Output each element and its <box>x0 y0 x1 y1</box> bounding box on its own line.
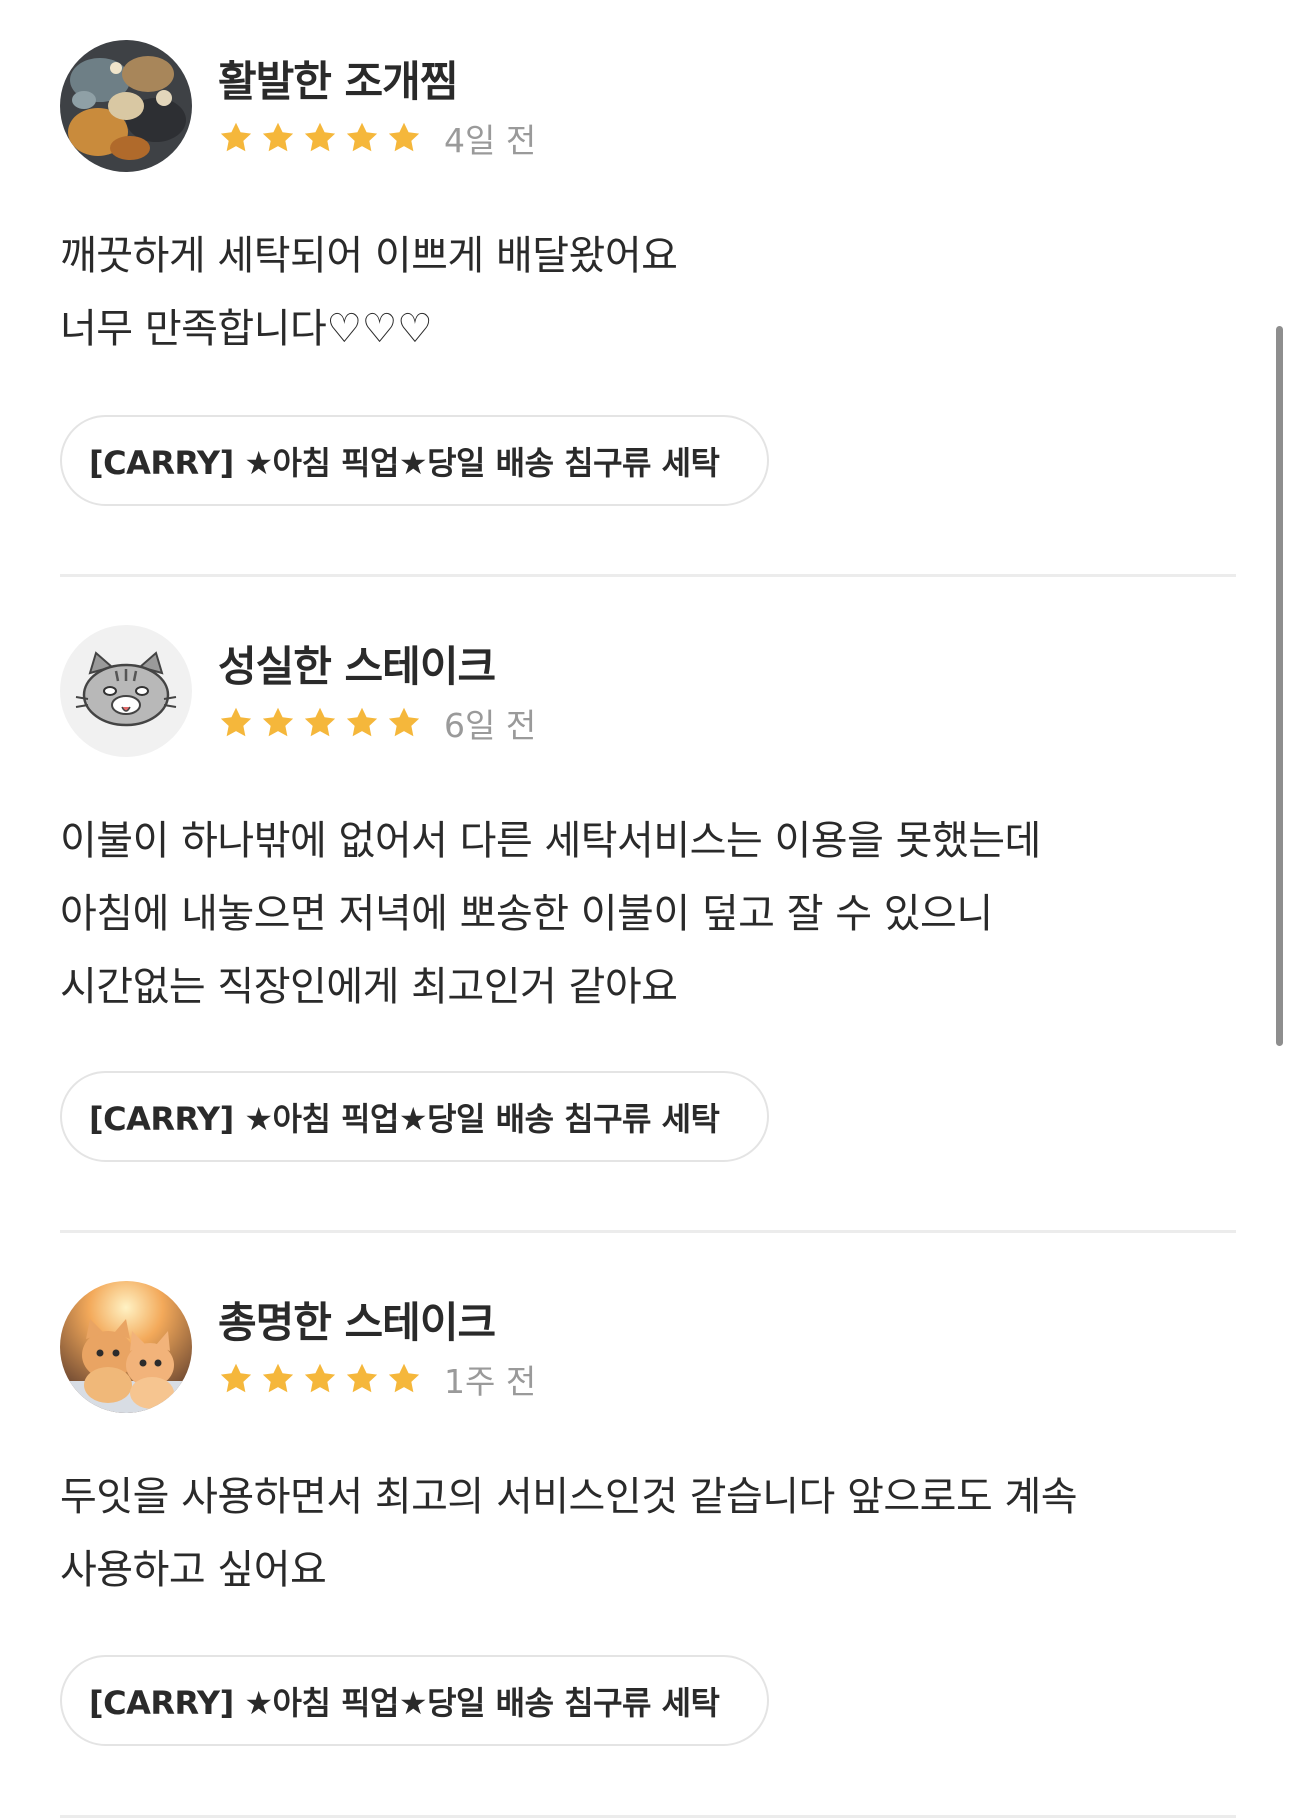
review-text-line: 두잇을 사용하면서 최고의 서비스인것 같습니다 앞으로도 계속 <box>60 1474 1078 1520</box>
star-icon <box>304 1363 336 1393</box>
star-icon <box>304 122 336 152</box>
review-text-line: 사용하고 싶어요 <box>60 1547 327 1593</box>
review-text: 깨끗하게 세탁되어 이쁘게 배달왔어요 너무 만족합니다♡♡♡ <box>60 220 1236 366</box>
star-rating <box>218 120 428 156</box>
star-rating <box>218 1361 428 1397</box>
reviewer-name: 성실한 스테이크 <box>218 642 496 691</box>
divider <box>60 574 1236 577</box>
star-icon <box>262 1363 294 1393</box>
review-text-line: 깨끗하게 세탁되어 이쁘게 배달왔어요 <box>60 233 678 279</box>
star-icon <box>304 707 336 737</box>
reviewer-name: 활발한 조개찜 <box>218 57 458 106</box>
product-tag[interactable]: [CARRY] ★아침 픽업★당일 배송 침구류 세탁 <box>60 415 769 506</box>
cartoon-cat-avatar[interactable] <box>60 625 192 757</box>
star-icon <box>346 707 378 737</box>
star-icon <box>388 1363 420 1393</box>
star-icon <box>220 707 252 737</box>
kittens-photo-avatar[interactable] <box>60 1281 192 1413</box>
star-icon <box>262 707 294 737</box>
review-rating: 1주 전 <box>218 1357 536 1401</box>
product-tag[interactable]: [CARRY] ★아침 픽업★당일 배송 침구류 세탁 <box>60 1071 769 1162</box>
review-date: 4일 전 <box>444 121 537 160</box>
star-icon <box>346 1363 378 1393</box>
review-text: 두잇을 사용하면서 최고의 서비스인것 같습니다 앞으로도 계속 사용하고 싶어… <box>60 1461 1236 1607</box>
star-icon <box>262 122 294 152</box>
review-rating: 6일 전 <box>218 701 536 745</box>
review-text-line: 너무 만족합니다♡♡♡ <box>60 306 433 352</box>
scrollbar[interactable] <box>1276 326 1283 1046</box>
review-date: 6일 전 <box>444 706 537 745</box>
reviewer-name: 총명한 스테이크 <box>218 1298 496 1347</box>
star-icon <box>346 122 378 152</box>
divider <box>60 1230 1236 1233</box>
divider <box>60 1815 1236 1818</box>
star-icon <box>388 707 420 737</box>
star-rating <box>218 705 428 741</box>
seafood-photo-avatar[interactable] <box>60 40 192 172</box>
star-icon <box>220 122 252 152</box>
star-icon <box>388 122 420 152</box>
review-text-line: 시간없는 직장인에게 최고인거 같아요 <box>60 964 678 1010</box>
review-text-line: 아침에 내놓으면 저녁에 뽀송한 이불이 덮고 잘 수 있으니 <box>60 891 993 937</box>
review-text: 이불이 하나밖에 없어서 다른 세탁서비스는 이용을 못했는데 아침에 내놓으면… <box>60 805 1236 1024</box>
review-date: 1주 전 <box>444 1362 537 1401</box>
review-rating: 4일 전 <box>218 116 536 160</box>
product-tag[interactable]: [CARRY] ★아침 픽업★당일 배송 침구류 세탁 <box>60 1655 769 1746</box>
star-icon <box>220 1363 252 1393</box>
review-text-line: 이불이 하나밖에 없어서 다른 세탁서비스는 이용을 못했는데 <box>60 818 1041 864</box>
